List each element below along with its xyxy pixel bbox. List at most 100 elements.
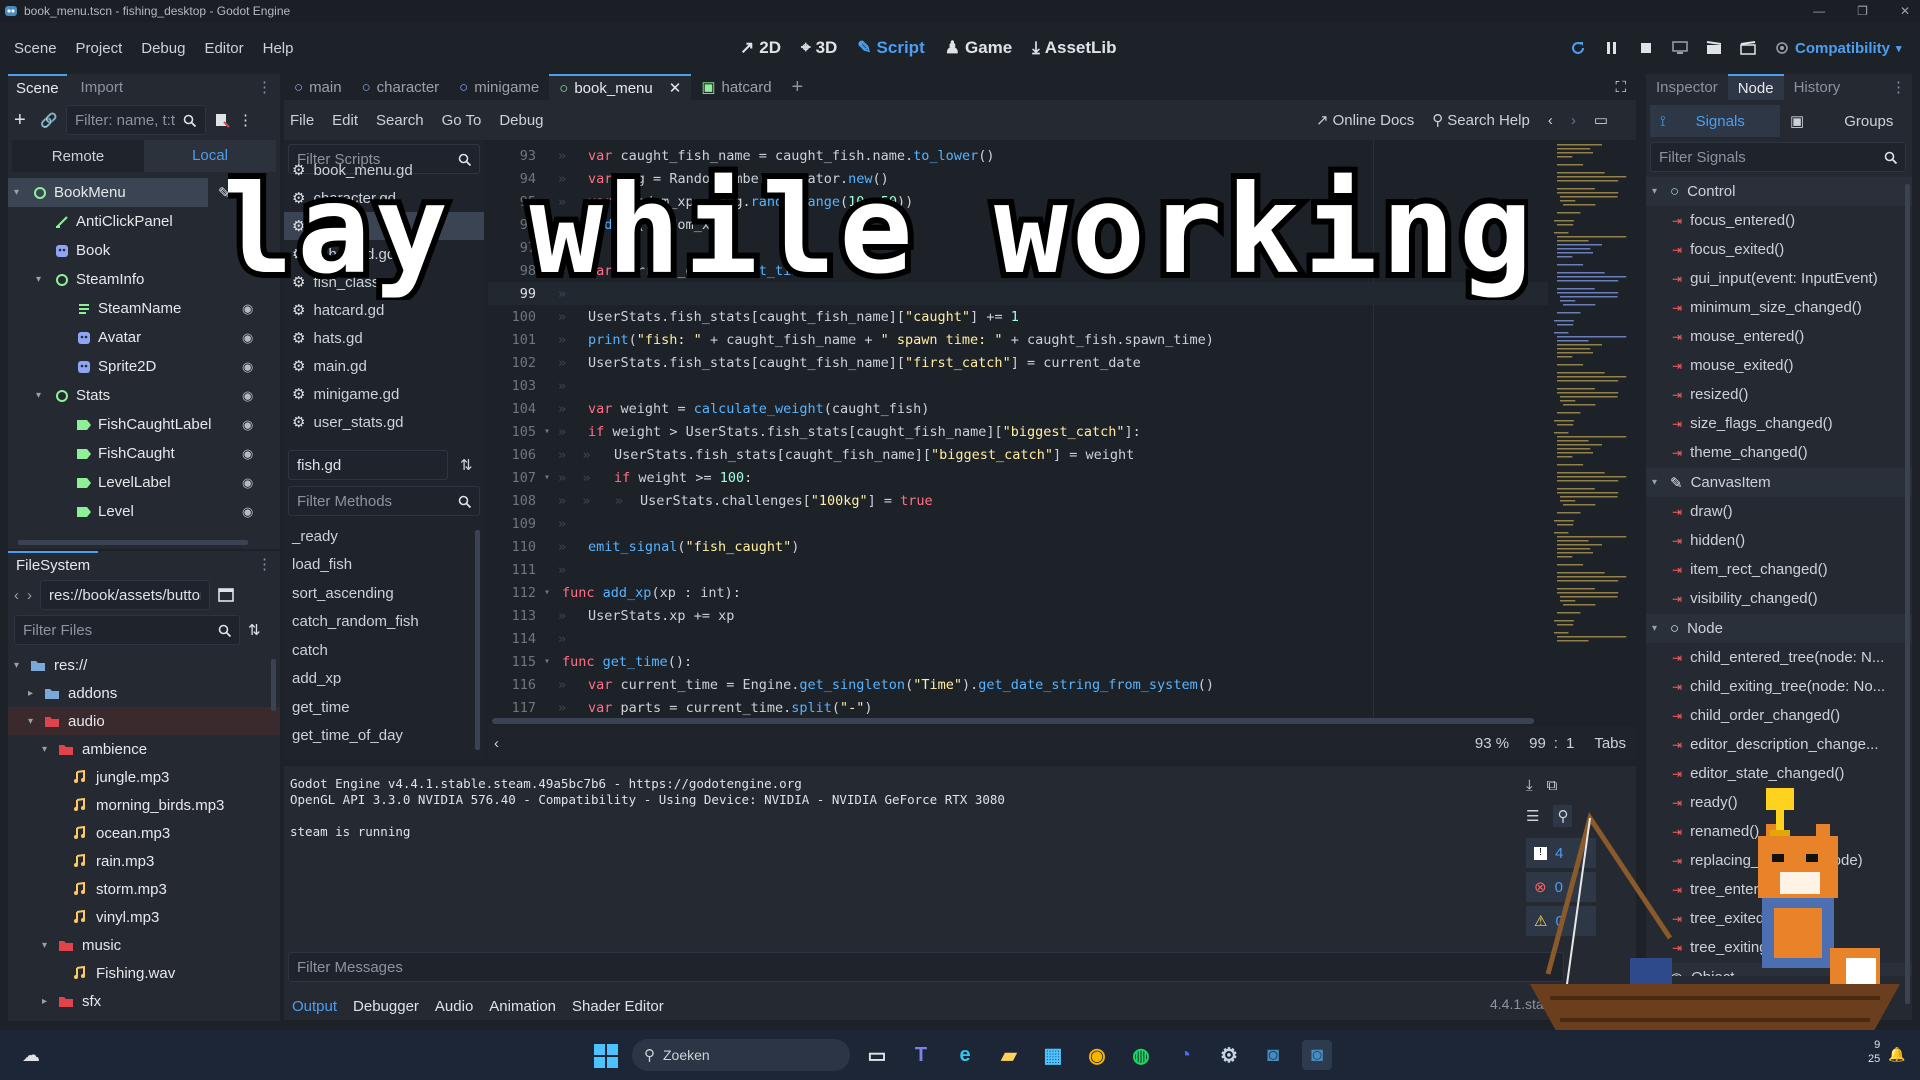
fs-vscrollbar[interactable] <box>271 659 276 711</box>
tab-node[interactable]: Node <box>1727 74 1784 100</box>
method-item[interactable]: add_xp <box>284 665 476 694</box>
signal-item[interactable]: ⇥ focus_exited() <box>1646 235 1912 264</box>
scene-node[interactable]: Sprite2D ◉ <box>8 352 280 381</box>
signal-item[interactable]: ⇥ mouse_exited() <box>1646 351 1912 380</box>
filter-methods-input[interactable]: Filter Methods <box>288 486 480 516</box>
folder-item[interactable]: ▾ ambience <box>8 735 280 763</box>
clapper-icon[interactable] <box>1738 41 1758 55</box>
split-view-icon[interactable] <box>218 588 234 602</box>
file-item[interactable]: ocean.mp3 <box>8 819 280 847</box>
tab-import[interactable]: Import <box>67 79 138 96</box>
method-item[interactable]: _ready <box>284 522 476 551</box>
visibility-eye-icon[interactable]: ◉ <box>242 330 253 346</box>
visibility-eye-icon[interactable]: ◉ <box>242 301 253 317</box>
godot-icon[interactable]: ◙ <box>1258 1040 1288 1070</box>
movie-maker-icon[interactable] <box>1704 41 1724 55</box>
clock-line-1[interactable]: 9 <box>1868 1038 1880 1052</box>
zoom-level[interactable]: 93 % <box>1475 735 1509 752</box>
store-icon[interactable]: ▦ <box>1038 1040 1068 1070</box>
teams-icon[interactable]: T <box>906 1040 936 1070</box>
method-item[interactable]: get_time <box>284 693 476 722</box>
groups-tab[interactable]: ▣ Groups <box>1780 105 1906 137</box>
edge-icon[interactable]: e <box>950 1040 980 1070</box>
close-tab-icon[interactable]: ✕ <box>669 79 682 97</box>
signal-item[interactable]: ⇥ draw() <box>1646 497 1912 526</box>
filter-messages-input[interactable]: Filter Messages <box>288 952 1564 982</box>
filter-signals-input[interactable]: Filter Signals <box>1650 142 1906 172</box>
folder-item[interactable]: ▾ audio <box>8 707 280 735</box>
scene-filter-input[interactable]: Filter: name, t:t <box>66 105 206 135</box>
workspace-3d[interactable]: ⌖ 3D <box>801 38 837 58</box>
bottom-tab-shader-editor[interactable]: Shader Editor <box>572 998 664 1015</box>
tab-character[interactable]: ○ character <box>352 74 450 100</box>
workspace-assetlib[interactable]: ⤓ AssetLib <box>1032 38 1116 58</box>
method-item[interactable]: get_time_of_day <box>284 722 476 751</box>
notification-icon[interactable]: 🔔 <box>1888 1046 1905 1063</box>
dock-menu-icon[interactable]: ⋮ <box>257 78 272 96</box>
script-list-item[interactable]: ⚙ main.gd <box>284 352 484 380</box>
visibility-eye-icon[interactable]: ◉ <box>242 388 253 404</box>
bottom-tab-output[interactable]: Output <box>292 998 337 1015</box>
signal-item[interactable]: ⇥ item_rect_changed() <box>1646 555 1912 584</box>
code-line[interactable]: 113 » UserStats.xp += xp <box>488 604 1548 627</box>
method-item[interactable]: catch <box>284 636 476 665</box>
method-item[interactable]: sort_ascending <box>284 579 476 608</box>
menu-debug[interactable]: Debug <box>141 40 185 57</box>
chevron-down-icon[interactable]: ▾ <box>14 187 28 198</box>
add-tab-icon[interactable]: + <box>792 76 804 99</box>
chevron-down-icon[interactable]: ▾ <box>28 716 42 727</box>
path-field[interactable]: res://book/assets/buttons <box>40 580 210 610</box>
workspace-script[interactable]: ✎ Script <box>857 38 924 58</box>
fold-arrow-icon[interactable]: ▾ <box>536 472 558 483</box>
code-hscrollbar[interactable] <box>492 718 1534 724</box>
filter-files-input[interactable]: Filter Files <box>14 615 240 645</box>
chevron-right-icon[interactable]: ▸ <box>42 996 56 1007</box>
chevron-down-icon[interactable]: ▾ <box>36 274 50 285</box>
script-menu-file[interactable]: File <box>290 112 314 129</box>
scene-node[interactable]: ▾ Stats ◉ <box>8 381 280 410</box>
dock-menu-icon[interactable]: ⋮ <box>1891 78 1906 96</box>
signals-tab[interactable]: ⟟ Signals <box>1650 105 1780 137</box>
maximize-icon[interactable]: ❐ <box>1857 4 1868 18</box>
signal-group-header[interactable]: ▾ ○ Node <box>1646 614 1912 643</box>
signal-item[interactable]: ⇥ child_exiting_tree(node: No... <box>1646 672 1912 701</box>
code-line[interactable]: 105 ▾» if weight > UserStats.fish_stats[c… <box>488 420 1548 443</box>
weather-icon[interactable]: ☁ <box>22 1045 40 1066</box>
scene-hscrollbar[interactable] <box>18 540 248 545</box>
fold-arrow-icon[interactable]: ▾ <box>536 656 558 667</box>
folder-item[interactable]: ▸ sfx <box>8 987 280 1011</box>
remote-debug-icon[interactable] <box>1670 41 1690 55</box>
history-forward-icon[interactable]: › <box>1571 112 1576 129</box>
script-list-item[interactable]: ⚙ user_stats.gd <box>284 408 484 436</box>
tab-book-menu[interactable]: ○ book_menu ✕ <box>549 74 692 100</box>
signals-vscrollbar[interactable] <box>1905 184 1910 1004</box>
back-icon[interactable]: ‹ <box>14 587 19 604</box>
script-list-item[interactable]: ⚙ minigame.gd <box>284 380 484 408</box>
tab-history[interactable]: History <box>1784 74 1851 100</box>
tab-inspector[interactable]: Inspector <box>1646 74 1728 100</box>
visibility-eye-icon[interactable]: ◉ <box>242 446 253 462</box>
search-help-button[interactable]: ⚲ Search Help <box>1432 111 1530 130</box>
code-line[interactable]: 100 » UserStats.fish_stats[caught_fish_na… <box>488 305 1548 328</box>
chevron-down-icon[interactable]: ▾ <box>42 744 56 755</box>
code-line[interactable]: 116 » var current_time = Engine.get_singl… <box>488 673 1548 696</box>
bottom-tab-audio[interactable]: Audio <box>435 998 473 1015</box>
script-menu-search[interactable]: Search <box>376 112 424 129</box>
method-item[interactable]: catch_random_fish <box>284 608 476 637</box>
windows-start-icon[interactable] <box>594 1044 618 1068</box>
code-line[interactable]: 108 » » » UserStats.challenges["100kg"] =… <box>488 489 1548 512</box>
code-line[interactable]: 104 » var weight = calculate_weight(caugh… <box>488 397 1548 420</box>
visibility-eye-icon[interactable]: ◉ <box>242 417 253 433</box>
fold-arrow-icon[interactable]: ▾ <box>536 587 558 598</box>
code-line[interactable]: 107 ▾» » if weight >= 100: <box>488 466 1548 489</box>
signal-item[interactable]: ⇥ editor_state_changed() <box>1646 759 1912 788</box>
signal-group-header[interactable]: ▾ ✎ CanvasItem <box>1646 468 1912 497</box>
task-view-icon[interactable]: ▭ <box>862 1040 892 1070</box>
spotify-icon[interactable]: ◍ <box>1126 1040 1156 1070</box>
more-options-icon[interactable]: ⋮ <box>238 111 253 129</box>
script-list-item[interactable]: ⚙ hatcard.gd <box>284 296 484 324</box>
clock-line-2[interactable]: 25 <box>1868 1052 1880 1066</box>
file-item[interactable]: Fishing.wav <box>8 959 280 987</box>
attach-script-icon[interactable] <box>212 112 232 128</box>
tab-main[interactable]: ○ main <box>284 74 352 100</box>
